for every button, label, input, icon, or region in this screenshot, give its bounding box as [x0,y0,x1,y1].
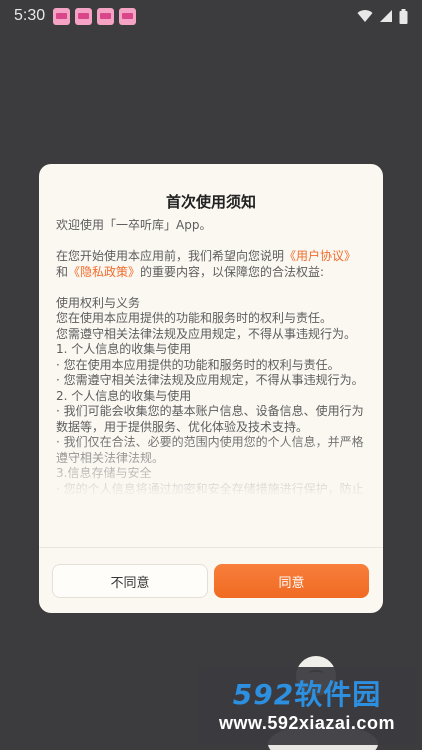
first-use-notice-dialog: 首次使用须知 欢迎使用「一卒听库」App。 在您开始使用本应用前，我们希望向您说… [39,164,383,613]
intro-text: 在您开始使用本应用前，我们希望向您说明 [56,249,285,263]
app-notification-icon [119,7,137,25]
agree-button[interactable]: 同意 [214,564,369,598]
app-notification-icon [97,7,115,25]
privacy-policy-link[interactable]: 《隐私政策》 [68,265,140,279]
watermark-logo: 592软件园 www.592xiazai.com [197,667,417,745]
item-2-point-a: · 我们可能会收集您的基本账户信息、设备信息、使用行为数据等，用于提供服务、优化… [56,404,364,434]
signal-icon [380,10,392,22]
status-bar: 5:30 [0,0,422,32]
rights-text: 您在使用本应用提供的功能和服务时的权利与责任。 [56,311,333,325]
watermark-url: www.592xiazai.com [219,712,395,733]
wifi-icon [357,10,373,22]
intro-paragraph: 在您开始使用本应用前，我们希望向您说明《用户协议》和《隐私政策》的重要内容，以保… [56,249,366,280]
dialog-title: 首次使用须知 [165,193,256,211]
section-heading: 使用权利与义务 [56,295,141,310]
intro-tail-text: 的重要内容，以保障您的合法权益: [140,264,325,279]
intro-and-text: 和 [56,264,69,279]
battery-icon [399,8,408,24]
obligations-text: 您需遵守相关法律法规及应用规定，不得从事违规行为。 [56,326,357,341]
item-2-title: 2. 个人信息的收集与使用 [56,388,192,403]
item-3-point-b: · 我们会定期进行安全审查和风险评估，确保信息安全。 [56,512,352,527]
item-2-point-b: · 我们仅在合法、必要的范围内使用您的个人信息，并严格遵守相关法律法规。 [56,435,364,465]
watermark-digits: 592 [232,677,295,711]
disagree-button[interactable]: 不同意 [52,564,208,598]
item-1-point-a: · 您在使用本应用提供的功能和服务时的权利与责任。 [56,357,340,372]
dialog-body[interactable]: 欢迎使用「一卒听库」App。 在您开始使用本应用前，我们希望向您说明《用户协议》… [56,218,366,536]
item-3-title: 3.信息存储与安全 [56,466,152,480]
app-notification-icon [53,7,71,25]
item-1-point-b: · 您需遵守相关法律法规及应用规定，不得从事违规行为。 [56,373,364,387]
user-agreement-link[interactable]: 《用户协议》 [284,249,356,263]
watermark-brand: 592软件园 [232,677,382,711]
item-1-title: 1. 个人信息的收集与使用 [56,342,192,356]
item-3-point-a: · 您的个人信息将通过加密和安全存储措施进行保护，防止未经授权的访问、泄露或篡改… [56,481,364,512]
watermark-name: 软件园 [294,677,382,711]
status-time: 5:30 [14,7,46,24]
app-notification-icon [75,7,93,25]
divider [39,547,383,548]
welcome-text: 欢迎使用「一卒听库」App。 [56,218,212,232]
